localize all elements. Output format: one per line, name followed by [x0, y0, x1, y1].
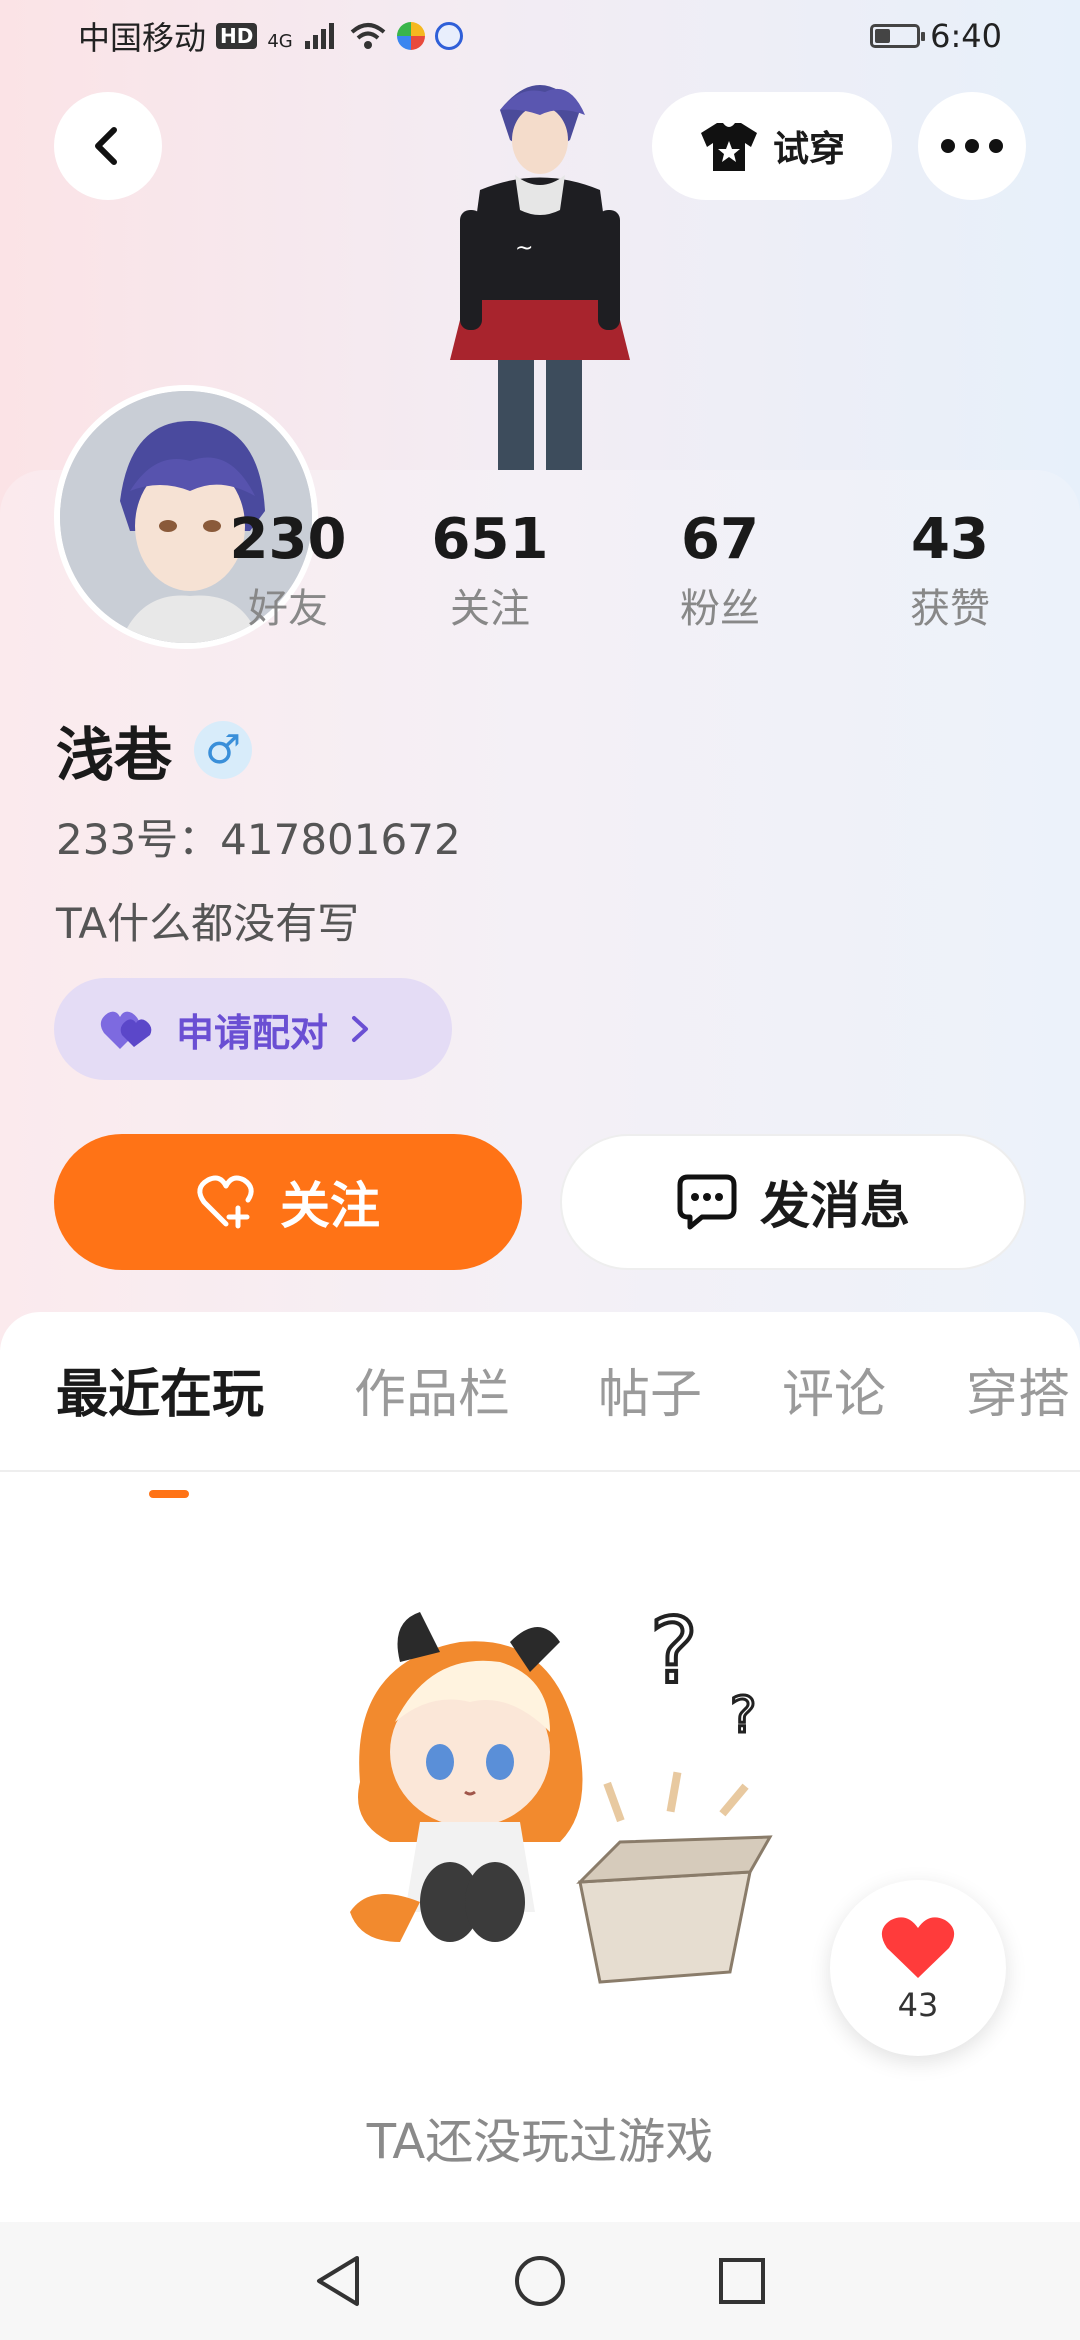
- user-name: 浅巷: [56, 721, 173, 789]
- nav-recents-icon[interactable]: [717, 2256, 767, 2306]
- tab-comments[interactable]: 评论: [782, 1352, 886, 1427]
- stat-fans-label: 粉丝: [680, 586, 760, 632]
- chat-bubble-icon: [677, 1174, 737, 1230]
- more-dots-icon: [941, 139, 1003, 153]
- heart-icon: [881, 1917, 955, 1978]
- stat-fans-count: 67: [681, 507, 759, 572]
- empty-state-text: TA还没玩过游戏: [366, 2114, 714, 2170]
- send-message-button[interactable]: 发消息: [560, 1134, 1026, 1270]
- stat-friends[interactable]: 230 好友: [208, 505, 368, 639]
- app-notification-icon: [396, 22, 425, 50]
- tab-outfits[interactable]: 穿搭: [966, 1352, 1070, 1427]
- name-row: 浅巷 ♂: [56, 708, 253, 792]
- send-message-label: 发消息: [760, 1177, 910, 1235]
- stat-following-count: 651: [431, 507, 549, 572]
- tab-active-indicator: [149, 1490, 189, 1498]
- more-button[interactable]: [918, 92, 1026, 200]
- heart-plus-icon: [197, 1175, 254, 1229]
- follow-label: 关注: [280, 1177, 380, 1235]
- empty-state-illustration: ? ?: [350, 1597, 773, 1984]
- tab-works[interactable]: 作品栏: [354, 1352, 510, 1427]
- network-type: 4G: [267, 31, 293, 52]
- system-navigation-bar: [0, 2222, 1080, 2340]
- request-pair-label: 申请配对: [176, 1010, 329, 1055]
- heart-pair-icon: [100, 1011, 152, 1049]
- status-right: 6:40: [870, 17, 1002, 55]
- stat-likes-label: 获赞: [910, 586, 990, 632]
- follow-button[interactable]: 关注: [54, 1134, 522, 1270]
- like-button[interactable]: 43: [830, 1880, 1006, 2056]
- male-gender-icon: ♂: [194, 721, 253, 779]
- try-on-button[interactable]: 试穿: [652, 92, 892, 200]
- signal-icon: [304, 23, 334, 49]
- stat-following-label: 关注: [450, 586, 530, 632]
- avatar-character-figure: ~: [450, 85, 630, 470]
- tab-recently-played[interactable]: 最近在玩: [56, 1352, 264, 1427]
- stat-likes[interactable]: 43 获赞: [870, 505, 1030, 639]
- request-pair-button[interactable]: 申请配对: [54, 978, 452, 1080]
- try-on-label: 试穿: [772, 129, 845, 170]
- hd-badge: HD: [216, 23, 258, 49]
- svg-text:?: ?: [650, 1599, 698, 1704]
- content-panel: 最近在玩 作品栏 帖子 评论 穿搭 ? ? TA还没玩过游戏: [0, 1312, 1080, 2222]
- user-id: 233号：417801672: [56, 815, 461, 864]
- status-bar: 中国移动 HD 4G 6:40: [0, 0, 1080, 72]
- chevron-left-icon: [95, 127, 117, 165]
- chevron-right-icon: [352, 1016, 369, 1042]
- user-bio: TA什么都没有写: [56, 899, 360, 948]
- stat-likes-count: 43: [911, 507, 989, 572]
- carrier-name: 中国移动: [78, 19, 207, 57]
- tshirt-icon: [700, 123, 757, 171]
- battery-icon: [870, 24, 926, 48]
- status-left: 中国移动 HD 4G: [78, 13, 463, 59]
- nav-home-icon[interactable]: [513, 2254, 567, 2308]
- stat-friends-count: 230: [229, 507, 347, 572]
- clock: 6:40: [930, 17, 1002, 55]
- stat-friends-label: 好友: [248, 586, 328, 632]
- like-count: 43: [897, 1986, 939, 2024]
- tab-posts[interactable]: 帖子: [598, 1352, 702, 1427]
- battery-fill: [875, 29, 891, 43]
- profile-stats: 230 好友 651 关注 67 粉丝 43 获赞: [0, 505, 1080, 655]
- baidu-notification-icon: [434, 22, 463, 50]
- stat-following[interactable]: 651 关注: [410, 505, 570, 639]
- profile-tabs: 最近在玩 作品栏 帖子 评论 穿搭: [0, 1352, 1080, 1498]
- nav-back-icon[interactable]: [313, 2254, 363, 2308]
- stat-fans[interactable]: 67 粉丝: [640, 505, 800, 639]
- wifi-icon: [350, 23, 386, 49]
- back-button[interactable]: [54, 92, 162, 200]
- svg-text:~: ~: [515, 236, 533, 261]
- svg-text:?: ?: [730, 1686, 757, 1744]
